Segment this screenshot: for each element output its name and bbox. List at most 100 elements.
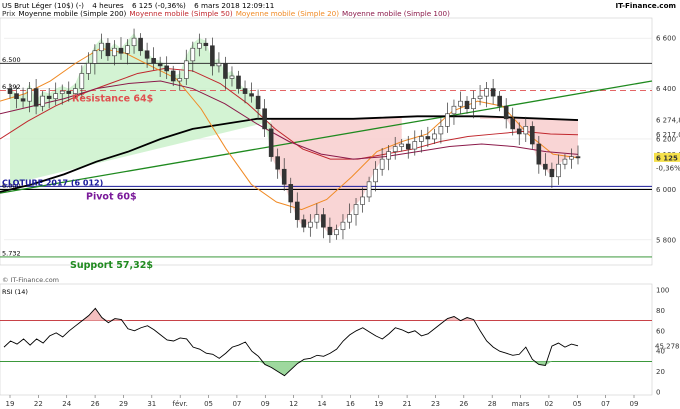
- candle-body: [529, 126, 535, 145]
- legend-item: Moyenne mobile (Simple 20): [236, 9, 340, 18]
- candle-body: [112, 47, 117, 57]
- candle-body: [190, 47, 196, 62]
- x-tick-label: 09: [630, 400, 639, 408]
- rsi-tick-label: 60: [656, 327, 665, 335]
- candle-body: [405, 143, 411, 150]
- x-tick-label: 07: [601, 400, 610, 408]
- candle-body: [236, 75, 241, 89]
- candle-body: [7, 88, 13, 94]
- candle-body: [536, 143, 542, 165]
- candle-body: [438, 126, 444, 135]
- rsi-tick-label: 100: [656, 287, 669, 295]
- x-tick-label: 07: [232, 400, 241, 408]
- candle-body: [27, 88, 32, 102]
- right-value-label: -0,36%: [656, 164, 680, 172]
- candle-body: [14, 93, 19, 99]
- candle-body: [308, 221, 313, 228]
- candle-body: [360, 196, 365, 205]
- candle-body: [40, 95, 45, 107]
- chart-window: US Brut Léger (10$) (-) 4 heures 6 125 (…: [0, 0, 680, 409]
- candle-body: [118, 47, 124, 54]
- right-value-label: 6 274,8: [656, 117, 680, 125]
- x-tick-label: 22: [34, 400, 43, 408]
- candle-body: [549, 168, 555, 178]
- x-tick-label: 31: [147, 400, 156, 408]
- candle-body: [229, 75, 235, 79]
- right-value-label: 6 217,0: [656, 131, 680, 139]
- legend-item: Prix: [2, 9, 16, 18]
- candle-body: [340, 221, 346, 231]
- candle-body: [255, 95, 261, 110]
- rsi-panel: [0, 283, 653, 396]
- x-tick-label: 26: [459, 400, 468, 408]
- level-support-annotation: Support 57,32$: [70, 260, 153, 271]
- candle-body: [275, 156, 280, 170]
- legend-item: Moyenne mobile (Simple 100): [342, 9, 450, 18]
- rsi-title: RSI (14): [2, 288, 28, 296]
- price-tick-label: 5 800: [656, 236, 676, 244]
- candle-body: [425, 136, 431, 140]
- candle-body: [490, 88, 496, 97]
- candle-body: [262, 108, 267, 130]
- x-tick-label: 28: [488, 400, 497, 408]
- candle-body: [33, 88, 39, 107]
- candle-body: [484, 88, 489, 97]
- x-tick-label: 16: [346, 400, 355, 408]
- candle-body: [321, 214, 326, 228]
- candle-body: [399, 143, 405, 147]
- candle-body: [445, 113, 450, 127]
- candle-body: [288, 184, 294, 203]
- candle-body: [223, 63, 228, 79]
- candle-body: [432, 133, 437, 140]
- candle: [268, 123, 274, 162]
- candle-body: [281, 168, 287, 185]
- legend: Prix Moyenne mobile (Simple 200) Moyenne m…: [2, 9, 450, 18]
- x-tick-label: 09: [261, 400, 270, 408]
- candle-body: [20, 98, 26, 102]
- candle-body: [242, 88, 248, 94]
- candle-body: [183, 60, 189, 79]
- candle-body: [164, 65, 169, 72]
- candle-body: [268, 128, 274, 157]
- x-tick-label: 19: [6, 400, 15, 408]
- candle-body: [157, 63, 163, 67]
- candle-body: [66, 90, 72, 94]
- price-tick-label: 6 000: [656, 186, 676, 194]
- x-tick-label: 05: [204, 400, 213, 408]
- candle-body: [464, 100, 470, 110]
- candle-body: [569, 156, 574, 160]
- candle-body: [366, 181, 372, 198]
- rsi-source: © IT-Finance.com: [2, 276, 59, 284]
- candle-body: [516, 128, 522, 135]
- candle-body: [497, 95, 502, 107]
- candle-body: [477, 95, 483, 99]
- rsi-last-value: 45,278: [655, 342, 680, 350]
- candle-body: [556, 163, 561, 178]
- candle-body: [105, 42, 111, 57]
- candle-body: [575, 156, 581, 159]
- x-tick-label: févr.: [172, 400, 187, 408]
- rsi-tick-label: 80: [656, 307, 665, 315]
- x-tick-label: 29: [119, 400, 128, 408]
- level-pivot-annotation: Pivot 60$: [86, 191, 137, 202]
- candle-body: [216, 63, 222, 67]
- x-tick-label: 12: [289, 400, 298, 408]
- candle-body: [451, 105, 457, 115]
- candle-body: [294, 201, 300, 220]
- x-tick-label: 19: [374, 400, 383, 408]
- candle-body: [86, 63, 91, 74]
- candle-body: [301, 219, 307, 228]
- rsi-tick-label: 20: [656, 368, 665, 376]
- candle-body: [412, 141, 418, 150]
- candle-body: [334, 229, 339, 236]
- x-tick-label: mars: [512, 400, 530, 408]
- x-tick-label: 23: [431, 400, 440, 408]
- candle-body: [327, 226, 333, 236]
- x-tick-label: 21: [403, 400, 412, 408]
- right-value-label: 6 125: [656, 154, 678, 162]
- candle-body: [125, 45, 130, 54]
- level-6500-value: 6.500: [2, 56, 21, 64]
- candle-body: [131, 37, 137, 47]
- rsi-tick-label: 0: [656, 389, 660, 397]
- candle-body: [510, 118, 516, 130]
